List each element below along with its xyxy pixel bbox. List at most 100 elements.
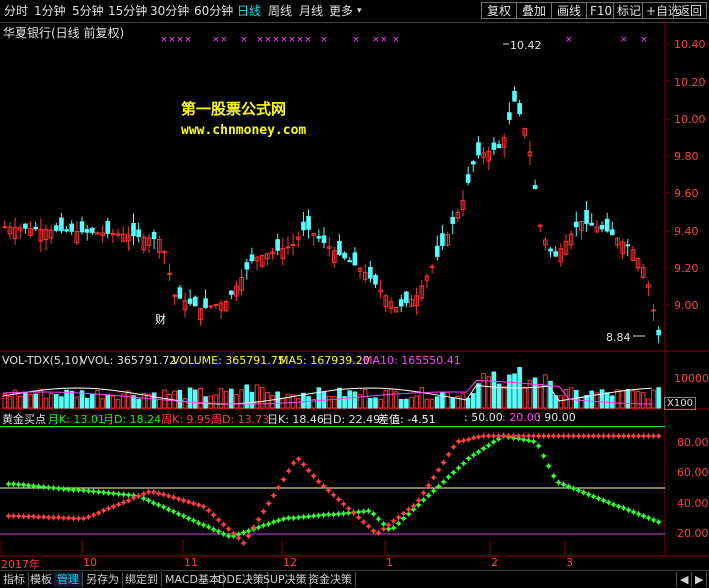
- indicator-tick: 40.00: [677, 497, 709, 510]
- event-marker: ×: [372, 35, 380, 45]
- event-marker: ×: [392, 35, 400, 45]
- candlestick: [187, 298, 193, 304]
- volume-bar: [177, 389, 183, 409]
- candlestick: [512, 91, 517, 102]
- period-tab-60min[interactable]: 60分钟: [194, 3, 233, 19]
- volume-bar: [316, 387, 322, 409]
- volume-bar: [512, 373, 517, 409]
- candlestick: [434, 245, 440, 257]
- candlestick: [471, 161, 476, 165]
- tab-bind-to[interactable]: 绑定到: [122, 572, 162, 587]
- volume-bar: [23, 391, 28, 409]
- candlestick: [440, 233, 445, 246]
- period-tab-timeshare[interactable]: 分时: [4, 3, 28, 19]
- volume-unit-badge[interactable]: X100: [664, 397, 696, 410]
- event-marker: ×: [264, 35, 272, 45]
- volume-bar: [239, 389, 244, 409]
- period-tab-more[interactable]: 更多: [329, 3, 353, 19]
- event-marker: ×: [176, 35, 184, 45]
- high-price-label: 10.42: [510, 39, 542, 52]
- overlay-button[interactable]: 叠加: [516, 2, 552, 19]
- candlestick: [337, 241, 342, 255]
- volume-bar: [337, 387, 342, 409]
- volume-bar: [33, 393, 38, 409]
- volume-bar: [599, 389, 605, 409]
- volume-bar: [630, 390, 636, 409]
- volume-bar: [445, 391, 450, 409]
- candlestick: [105, 220, 111, 234]
- volume-bar: [347, 390, 353, 409]
- volume-bar: [84, 397, 90, 409]
- candlestick: [2, 226, 8, 229]
- tab-fund-decision[interactable]: 资金决策: [305, 572, 356, 587]
- candlestick: [465, 174, 471, 183]
- period-tab-monthly[interactable]: 月线: [299, 3, 323, 19]
- period-tab-1min[interactable]: 1分钟: [34, 3, 66, 19]
- volume-bar: [625, 389, 631, 409]
- period-tab-15min[interactable]: 15分钟: [108, 3, 147, 19]
- candlestick: [589, 222, 595, 226]
- candlestick: [306, 215, 311, 230]
- volume-bar: [285, 393, 291, 409]
- candlestick: [398, 299, 404, 307]
- candlestick: [59, 217, 64, 232]
- price-tick: 9.40: [674, 225, 699, 238]
- period-tab-30min[interactable]: 30分钟: [150, 3, 189, 19]
- event-marker: ×: [320, 35, 328, 45]
- candlestick: [532, 185, 538, 190]
- add-favorite-button[interactable]: +自选: [642, 2, 680, 19]
- volume-bar: [507, 374, 512, 409]
- tab-save-as[interactable]: 另存为: [83, 572, 123, 587]
- weekly-k-value: 周K: 9.95: [161, 413, 211, 426]
- adjust-rights-button[interactable]: 复权: [481, 2, 517, 19]
- volume-bar: [610, 395, 615, 409]
- candlestick: [373, 274, 378, 285]
- volume-bar: [373, 397, 378, 409]
- volume-bar: [192, 389, 198, 409]
- volume-bar: [362, 388, 368, 409]
- candlestick: [573, 221, 579, 228]
- volume-bar: [383, 390, 389, 409]
- volume-bar: [43, 397, 49, 409]
- volume-bar: [424, 398, 430, 409]
- event-marker: ×: [256, 35, 264, 45]
- date-label: 11: [184, 556, 198, 569]
- tab-indicator[interactable]: 指标: [0, 572, 29, 587]
- candlestick: [610, 229, 615, 236]
- chevron-down-icon[interactable]: ▾: [357, 3, 362, 19]
- period-tab-weekly[interactable]: 周线: [268, 3, 292, 19]
- volume-bar: [429, 398, 435, 409]
- volume-value: VOLUME: 365791.75: [172, 354, 285, 367]
- volume-bar: [615, 389, 620, 409]
- period-tab-daily[interactable]: 日线: [237, 3, 261, 19]
- back-button[interactable]: 返回: [673, 2, 707, 19]
- volume-bar: [620, 390, 625, 409]
- draw-line-button[interactable]: 画线: [551, 2, 587, 19]
- daily-k-value: 日K: 18.46: [267, 413, 324, 426]
- chart-canvas[interactable]: × × × × × × × × × × × × × × × × × × × × × ×✦✦✦✦✦✦✦✦✦✦✦✦✦✦✦✦✦✦…: [0, 22, 709, 570]
- monthly-d-value: 月D: 18.24: [103, 413, 162, 426]
- tab-template[interactable]: 模板: [27, 572, 56, 587]
- daily-d-value: 日D: 22.49: [322, 413, 381, 426]
- volume-bar: [481, 373, 486, 409]
- event-marker: ×: [304, 35, 312, 45]
- scroll-right-icon[interactable]: ▶: [692, 572, 708, 587]
- f10-button[interactable]: F10: [586, 2, 614, 19]
- tab-sup-decision[interactable]: SUP决策: [260, 572, 311, 587]
- date-label: 1: [386, 556, 393, 569]
- volume-bar: [537, 383, 543, 409]
- mark-button[interactable]: 标记: [613, 2, 643, 19]
- candlestick: [249, 254, 255, 262]
- volume-bar: [48, 393, 54, 409]
- volume-bar: [476, 383, 481, 409]
- candlestick: [285, 246, 291, 249]
- indicator-name[interactable]: 黄金买点: [2, 411, 46, 427]
- candlestick: [23, 223, 28, 229]
- volume-indicator-name[interactable]: VOL-TDX(5,10): [2, 354, 83, 367]
- tab-manage[interactable]: 管理: [54, 572, 83, 587]
- vvol-value: VVOL: 365791.72: [80, 354, 177, 367]
- period-tab-5min[interactable]: 5分钟: [72, 3, 104, 19]
- financial-report-marker[interactable]: 财: [155, 311, 166, 327]
- volume-bar: [126, 390, 131, 409]
- scroll-left-icon[interactable]: ◀: [676, 572, 693, 587]
